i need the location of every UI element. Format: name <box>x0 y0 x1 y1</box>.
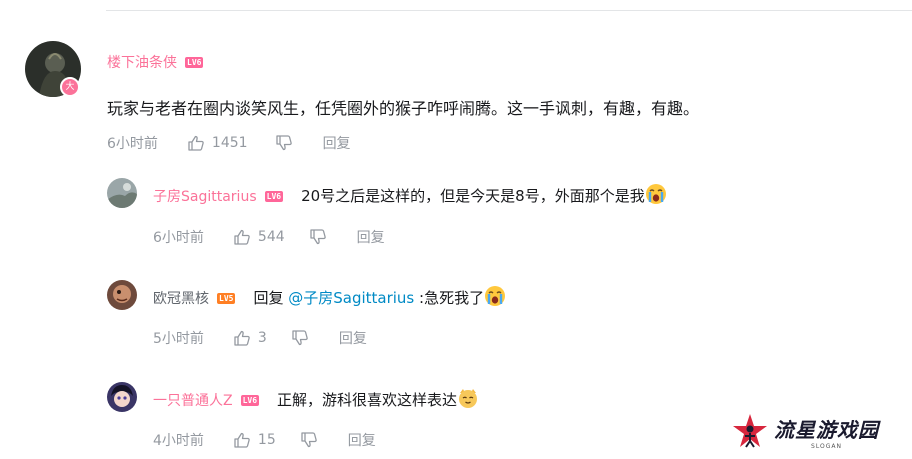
reply-avatar[interactable] <box>107 382 137 412</box>
level-badge: LV6 <box>185 56 204 68</box>
star-person-logo <box>733 414 767 448</box>
level-badge: LV6 <box>240 394 260 406</box>
username[interactable]: 楼下油条侠 <box>107 52 177 72</box>
like-count: 544 <box>257 229 285 245</box>
reply-button[interactable]: 回复 <box>357 227 385 247</box>
dislike-button[interactable] <box>291 329 309 347</box>
reply-text: 正解，游科很喜欢这样表达 <box>277 387 479 413</box>
top-divider <box>106 10 912 11</box>
reply-text: 回复 @子房Sagittarius :急死我了 <box>253 285 506 311</box>
dislike-button[interactable] <box>300 431 318 449</box>
like-button[interactable]: 1451 <box>187 134 248 152</box>
reply-meta: 4小时前 15 回复 <box>153 430 376 450</box>
watermark-slogan: SLOGAN <box>811 443 842 450</box>
reply-time: 4小时前 <box>153 433 204 449</box>
reply-button[interactable]: 回复 <box>323 133 351 153</box>
reply-meta: 6小时前 544 回复 <box>153 227 385 247</box>
level-badge: LV5 <box>217 292 236 304</box>
dislike-button[interactable] <box>309 228 327 246</box>
reply-button[interactable]: 回复 <box>348 430 376 450</box>
mention-link[interactable]: @子房Sagittarius <box>288 289 414 307</box>
thumb-up-icon <box>234 229 250 245</box>
like-count: 15 <box>257 432 276 448</box>
comment-time: 6小时前 <box>107 136 158 152</box>
thumb-up-icon <box>234 330 250 346</box>
reply-username[interactable]: 一只普通人Z <box>153 390 233 410</box>
level-badge: LV6 <box>264 190 284 202</box>
reply-button[interactable]: 回复 <box>339 328 367 348</box>
thumb-up-icon <box>188 135 204 151</box>
thumb-down-icon <box>301 432 317 448</box>
crying-face-emoji <box>484 285 506 311</box>
watermark-title: 流星游戏园 <box>774 418 879 442</box>
reply-time: 5小时前 <box>153 331 204 347</box>
like-button[interactable]: 15 <box>233 431 276 449</box>
reply-username[interactable]: 欧冠黑核 <box>153 288 209 308</box>
crying-face-emoji <box>645 183 667 209</box>
reply-text: 20号之后是这样的，但是今天是8号，外面那个是我 <box>301 183 667 209</box>
comment-meta: 6小时前 1451 回复 <box>107 133 351 153</box>
reply-avatar[interactable] <box>107 178 137 208</box>
dislike-button[interactable] <box>275 134 293 152</box>
like-count: 1451 <box>211 135 248 151</box>
reply-username[interactable]: 子房Sagittarius <box>153 186 257 206</box>
thumb-up-icon <box>234 432 250 448</box>
smug-cat-emoji <box>457 387 479 413</box>
like-button[interactable]: 544 <box>233 228 285 246</box>
reply-meta: 5小时前 3 回复 <box>153 328 367 348</box>
thumb-down-icon <box>310 229 326 245</box>
thumb-down-icon <box>275 135 292 151</box>
like-count: 3 <box>257 330 267 346</box>
watermark: 流星游戏园 SLOGAN <box>730 412 879 452</box>
avatar-badge: 大 <box>60 77 80 97</box>
reply-time: 6小时前 <box>153 230 204 246</box>
reply-avatar[interactable] <box>107 280 137 310</box>
thumb-down-icon <box>292 330 308 346</box>
comment-text: 玩家与老者在圈内谈笑风生，任凭圈外的猴子咋呼闹腾。这一手讽刺，有趣，有趣。 <box>107 99 700 118</box>
like-button[interactable]: 3 <box>233 329 267 347</box>
